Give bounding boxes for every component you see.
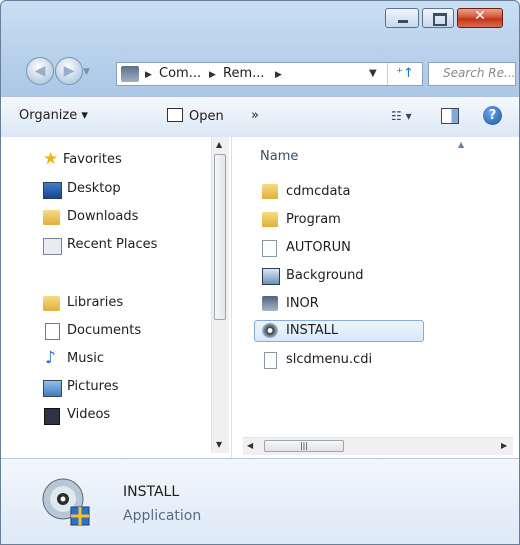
- settings-file-icon: [262, 240, 277, 257]
- details-file-type: Application: [123, 508, 202, 524]
- navigation-pane: ★ Favorites Desktop Downloads Recent Pla…: [1, 137, 232, 458]
- folder-icon: [262, 184, 278, 199]
- installer-icon: [262, 323, 278, 338]
- search-input[interactable]: Search Re...: [428, 62, 516, 86]
- desktop-icon: [43, 182, 62, 199]
- open-icon: [167, 108, 183, 122]
- file-item-program[interactable]: Program: [254, 209, 424, 231]
- column-header-name[interactable]: Name: [260, 149, 298, 164]
- explorer-window: ✕ ◀ ▶ ▼ ▶ Com... ▶ Rem... ▶ ▼ ⁺↑ Search …: [0, 0, 520, 545]
- details-file-name: INSTALL: [123, 484, 180, 500]
- preview-pane-button[interactable]: [441, 108, 459, 124]
- file-list-pane: ▲ Name cdmcdata Program AUTORUN Backgrou…: [232, 137, 519, 458]
- scroll-left-icon[interactable]: ◀: [247, 441, 253, 450]
- blank-file-icon: [264, 352, 277, 369]
- file-item-label: Background: [286, 268, 364, 283]
- file-list-scroll-thumb[interactable]: |||: [264, 440, 344, 452]
- address-bar[interactable]: ▶ Com... ▶ Rem... ▶ ▼ ⁺↑: [116, 62, 423, 86]
- back-button[interactable]: ◀: [26, 57, 54, 85]
- downloads-folder-icon: [43, 210, 60, 225]
- file-item-background[interactable]: Background: [254, 265, 424, 287]
- nav-item-label: Downloads: [67, 209, 139, 224]
- pictures-icon: [43, 380, 62, 397]
- file-item-autorun[interactable]: AUTORUN: [254, 237, 424, 259]
- nav-item-label: Documents: [67, 323, 142, 338]
- open-button[interactable]: Open: [167, 108, 224, 124]
- videos-icon: [44, 408, 60, 425]
- breadcrumb-computer[interactable]: Com...: [159, 66, 201, 81]
- minimize-button[interactable]: [385, 8, 419, 28]
- recent-places-icon: [43, 238, 62, 255]
- file-item-label: slcdmenu.cdi: [286, 352, 373, 367]
- file-item-install[interactable]: INSTALL: [254, 320, 424, 342]
- library-icon: [43, 296, 60, 311]
- address-dropdown[interactable]: ▼: [369, 68, 377, 79]
- breadcrumb-separator[interactable]: ▶: [209, 66, 216, 81]
- image-file-icon: [262, 268, 280, 285]
- organize-button[interactable]: Organize ▾: [19, 108, 88, 123]
- file-item-slcdmenu[interactable]: slcdmenu.cdi: [254, 349, 424, 371]
- file-item-label: INSTALL: [286, 323, 339, 338]
- navigation-bar: ◀ ▶ ▼ ▶ Com... ▶ Rem... ▶ ▼ ⁺↑ Search Re…: [1, 51, 519, 89]
- drive-icon: [121, 66, 139, 82]
- details-pane: INSTALL Application: [1, 458, 519, 544]
- breadcrumb-removable[interactable]: Rem...: [223, 66, 265, 81]
- arrow-left-icon: ◀: [34, 63, 46, 79]
- file-item-label: cdmcdata: [286, 184, 351, 199]
- nav-item-label: Desktop: [67, 181, 121, 196]
- file-item-label: AUTORUN: [286, 240, 351, 255]
- scroll-up-icon[interactable]: ▲: [216, 140, 222, 149]
- forward-button[interactable]: ▶: [55, 57, 83, 85]
- breadcrumb-separator[interactable]: ▶: [275, 66, 282, 81]
- nav-favorites-label: Favorites: [63, 152, 122, 167]
- close-icon: ✕: [474, 8, 486, 24]
- refresh-icon: ⁺↑: [396, 66, 414, 81]
- star-icon: ★: [43, 149, 59, 169]
- recent-pages-dropdown[interactable]: ▼: [83, 67, 90, 77]
- file-item-inor[interactable]: INOR: [254, 293, 424, 315]
- music-icon: ♪: [45, 348, 56, 368]
- explorer-content: ★ Favorites Desktop Downloads Recent Pla…: [1, 137, 519, 458]
- maximize-button[interactable]: [422, 8, 454, 28]
- documents-icon: [45, 323, 60, 340]
- installer-large-icon: [42, 478, 90, 526]
- close-button[interactable]: ✕: [457, 8, 503, 28]
- inor-icon: [262, 296, 278, 311]
- command-bar: Organize ▾ Open » ☷ ▾ ?: [1, 96, 519, 138]
- nav-item-label: Recent Places: [67, 237, 158, 252]
- file-item-label: INOR: [286, 296, 319, 311]
- scroll-right-icon[interactable]: ▶: [501, 441, 507, 450]
- folder-icon: [262, 212, 278, 227]
- breadcrumb-separator[interactable]: ▶: [145, 66, 152, 81]
- file-item-cdmcdata[interactable]: cdmcdata: [254, 181, 424, 203]
- refresh-button[interactable]: ⁺↑: [387, 63, 422, 85]
- navigation-pane-scroll-thumb[interactable]: [214, 154, 226, 320]
- nav-item-label: Pictures: [67, 379, 119, 394]
- scroll-down-icon[interactable]: ▼: [216, 440, 222, 449]
- open-label: Open: [189, 109, 224, 124]
- view-list-icon: ☷: [391, 109, 402, 123]
- file-list-horizontal-scrollbar[interactable]: ◀ ||| ▶: [243, 437, 513, 455]
- sort-ascending-icon: ▲: [458, 140, 465, 149]
- file-item-label: Program: [286, 212, 341, 227]
- arrow-right-icon: ▶: [63, 63, 75, 79]
- navigation-pane-scrollbar[interactable]: ▲ ▼: [211, 137, 229, 453]
- change-view-button[interactable]: ☷ ▾: [391, 109, 412, 123]
- nav-libraries-label: Libraries: [67, 295, 124, 310]
- nav-item-label: Videos: [67, 407, 111, 422]
- more-commands-button[interactable]: »: [251, 108, 259, 123]
- nav-item-label: Music: [67, 351, 104, 366]
- help-icon[interactable]: ?: [483, 106, 502, 125]
